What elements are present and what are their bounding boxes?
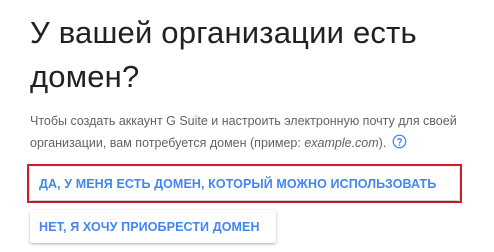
example-domain: example.com — [304, 136, 379, 150]
description-end: ). — [378, 136, 387, 150]
help-circle-icon[interactable] — [392, 134, 407, 149]
domain-requirement-text: Чтобы создать аккаунт G Suite и настроит… — [30, 110, 470, 154]
has-domain-button-label: ДА, У МЕНЯ ЕСТЬ ДОМЕН, КОТОРЫЙ МОЖНО ИСП… — [39, 176, 437, 191]
page-title: У вашей организации есть домен? — [30, 15, 417, 94]
has-domain-button[interactable]: ДА, У МЕНЯ ЕСТЬ ДОМЕН, КОТОРЫЙ МОЖНО ИСП… — [30, 167, 459, 200]
buy-domain-button-label: НЕТ, Я ХОЧУ ПРИОБРЕСТИ ДОМЕН — [39, 219, 260, 234]
buy-domain-button[interactable]: НЕТ, Я ХОЧУ ПРИОБРЕСТИ ДОМЕН — [30, 210, 276, 243]
